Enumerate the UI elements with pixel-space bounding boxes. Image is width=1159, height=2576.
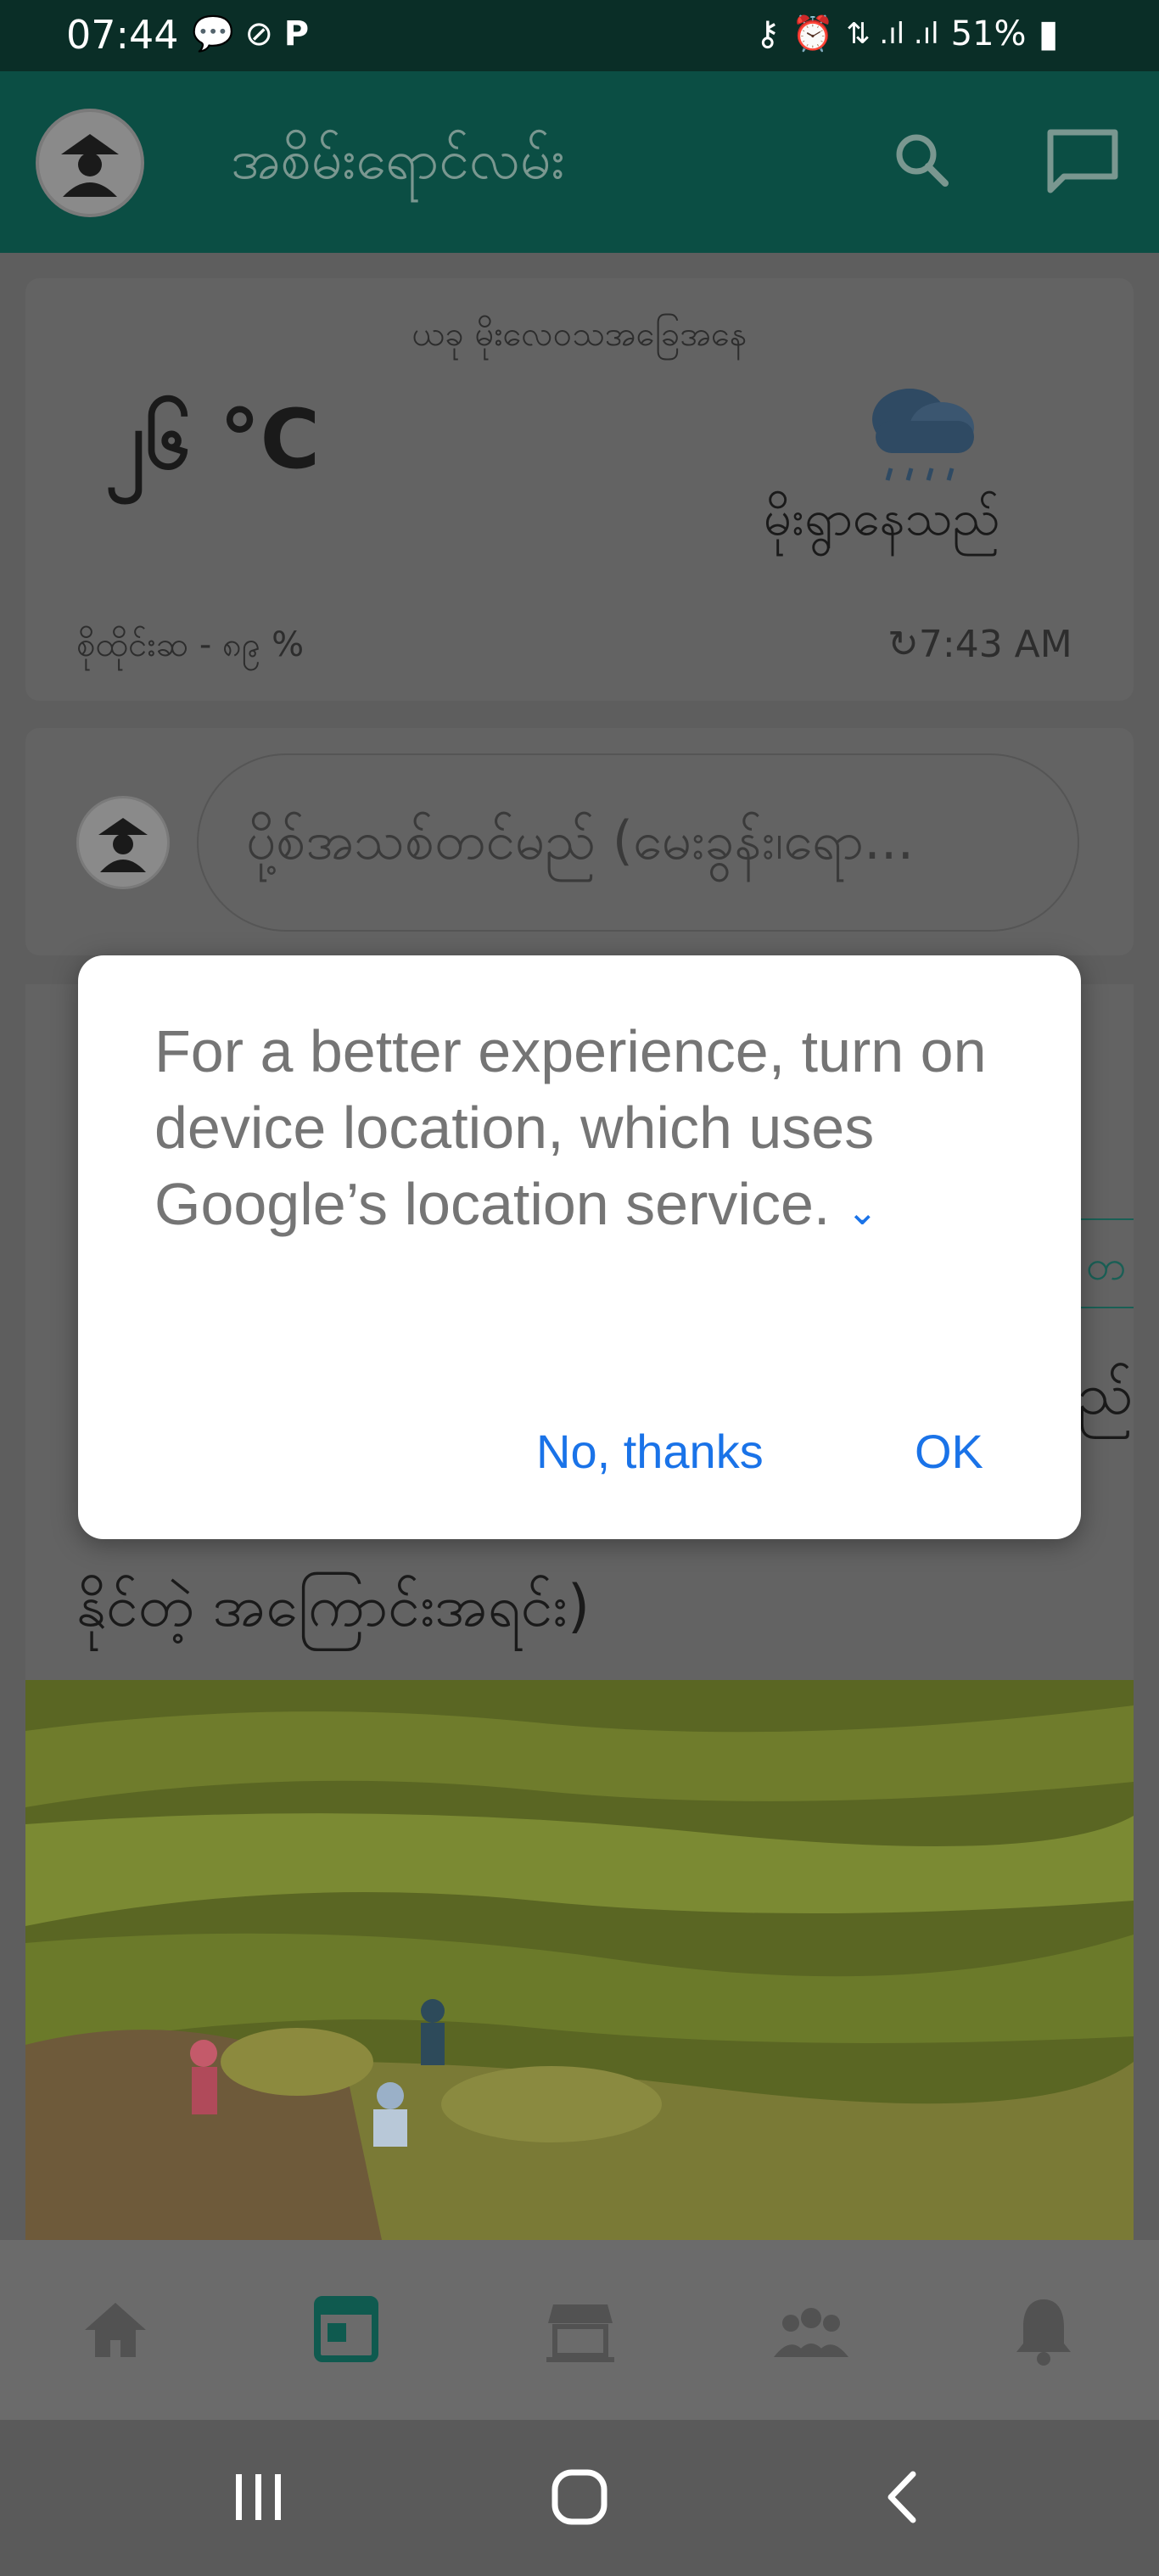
nav-community[interactable] [760,2279,862,2381]
notification-icons: 💬 ⊘ P [192,14,309,53]
app-title: အစိမ်းရောင်လမ်း [231,129,565,192]
status-time: 07:44 [66,12,179,58]
status-icons: ⚷ ⏰ ⇅ .ıl .ıl 51% ▮ [755,12,1059,55]
back-icon[interactable] [874,2467,933,2527]
p-icon: P [283,14,310,53]
post-avatar [76,796,170,889]
new-post-placeholder: ပို့စ်အသစ်တင်မည် (မေးခွန်း၊ရော... [246,809,915,871]
profile-avatar[interactable] [36,109,144,217]
app-bar [0,71,1159,253]
signal-icon: ⇅ .ıl .ıl [846,16,939,51]
no-thanks-button[interactable]: No, thanks [536,1424,764,1479]
nav-feed[interactable] [295,2279,397,2381]
weather-temperature: ၂၆ °C [105,392,321,487]
article-title-fragment: ည် [1078,1361,1134,1428]
ok-button[interactable]: OK [915,1424,983,1479]
weather-updated-time: 7:43 AM [918,623,1072,666]
sync-icon: ⊘ [244,14,274,53]
battery-text: 51% [950,14,1027,53]
alarm-icon: ⏰ [792,14,835,53]
community-icon [774,2308,848,2357]
article-tag-label: တ [1086,1242,1126,1290]
chat-icon[interactable] [1045,127,1120,195]
nav-store[interactable] [529,2279,631,2381]
home-icon [85,2303,146,2357]
bell-icon [1016,2299,1071,2366]
nav-notifications[interactable] [993,2279,1095,2381]
farmer-avatar-icon [79,798,167,887]
recent-apps-icon[interactable] [229,2467,288,2527]
rice-field-photo [25,1680,1134,2240]
weather-location: ယခု မိုးလေဝသအခြေအနေ [412,315,747,354]
battery-icon: ▮ [1038,12,1059,55]
system-navigation-bar [0,2420,1159,2576]
chat-bubble-icon: 💬 [192,14,234,53]
refresh-icon[interactable]: ↻ [887,623,919,666]
store-icon [546,2304,614,2362]
weather-humidity: စိုထိုင်းဆ - ၈၉ % [76,625,305,664]
weather-updated: ↻7:43 AM [887,623,1072,666]
expand-chevron-icon[interactable]: ⌄ [847,1191,878,1233]
status-bar: 07:44 💬 ⊘ P ⚷ ⏰ ⇅ .ıl .ıl 51% ▮ [0,0,1159,71]
article-title[interactable]: နိုင်တဲ့ အကြောင်းအရင်း) [76,1570,590,1655]
rain-cloud-icon [850,368,986,496]
farmer-avatar-icon [39,112,141,214]
search-icon[interactable] [891,129,952,190]
weather-condition: မိုးရွာနေသည် [764,489,1000,546]
article-image[interactable] [25,1680,1134,2240]
feed-icon [314,2296,378,2362]
dialog-message: For a better experience, turn on device … [154,1013,1020,1251]
nav-home[interactable] [64,2279,166,2381]
home-button-icon[interactable] [550,2467,609,2527]
key-icon: ⚷ [755,14,781,53]
